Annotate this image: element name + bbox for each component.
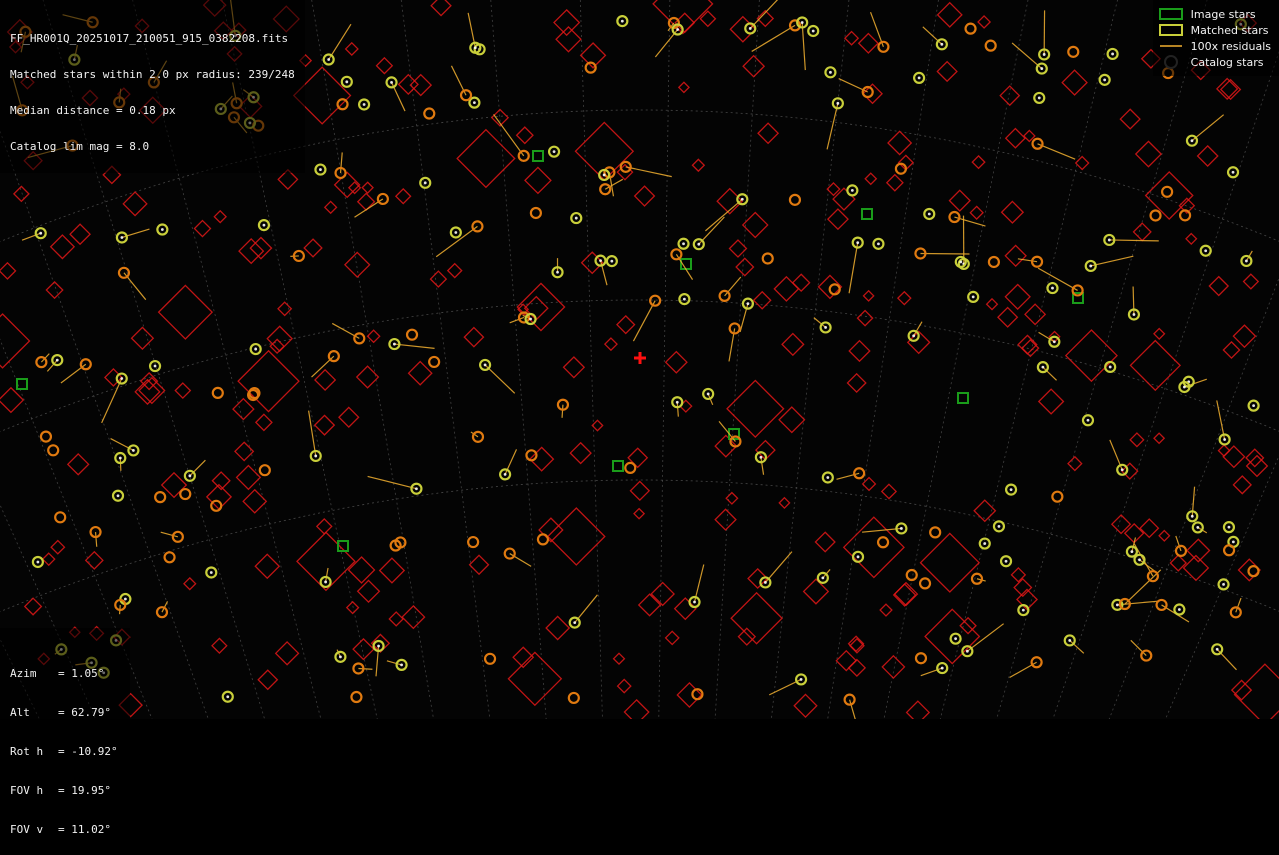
residual-line (358, 668, 372, 669)
pointing-fov-h: FOV h= 19.95° (10, 784, 118, 797)
legend-catalog-stars: Catalog stars (1159, 54, 1271, 70)
solution-info-panel: FF_HR001Q_20251017_210051_915_0382208.fi… (0, 0, 305, 173)
orange-line-icon (1159, 39, 1183, 53)
pointing-fov-v: FOV v= 11.02° (10, 823, 118, 836)
legend-label-matched-stars: Matched stars (1191, 24, 1269, 37)
pointing-rot: Rot h= -10.92° (10, 745, 118, 758)
legend-label-residuals: 100x residuals (1191, 40, 1271, 53)
legend-residuals: 100x residuals (1159, 38, 1271, 54)
green-square-icon (1159, 7, 1183, 21)
pointing-alt: Alt= 62.79° (10, 706, 118, 719)
catalog-circle-icon (1159, 55, 1183, 69)
catalog-limit-magnitude: Catalog lim mag = 8.0 (10, 141, 295, 153)
pointing-info-panel: Azim= 1.05° Alt= 62.79° Rot h= -10.92° F… (0, 628, 130, 855)
fits-filename: FF_HR001Q_20251017_210051_915_0382208.fi… (10, 33, 295, 45)
pointing-azim: Azim= 1.05° (10, 667, 118, 680)
legend-label-catalog-stars: Catalog stars (1191, 56, 1264, 69)
legend-label-image-stars: Image stars (1191, 8, 1256, 21)
residual-line (120, 458, 121, 471)
legend-matched-stars: Matched stars (1159, 22, 1271, 38)
median-distance: Median distance = 0.18 px (10, 105, 295, 117)
matched-stars-count: Matched stars within 2.0 px radius: 239/… (10, 69, 295, 81)
legend-image-stars: Image stars (1159, 6, 1271, 22)
yellow-square-icon (1159, 23, 1183, 37)
plot-legend: Image stars Matched stars 100x residuals… (1153, 0, 1279, 76)
